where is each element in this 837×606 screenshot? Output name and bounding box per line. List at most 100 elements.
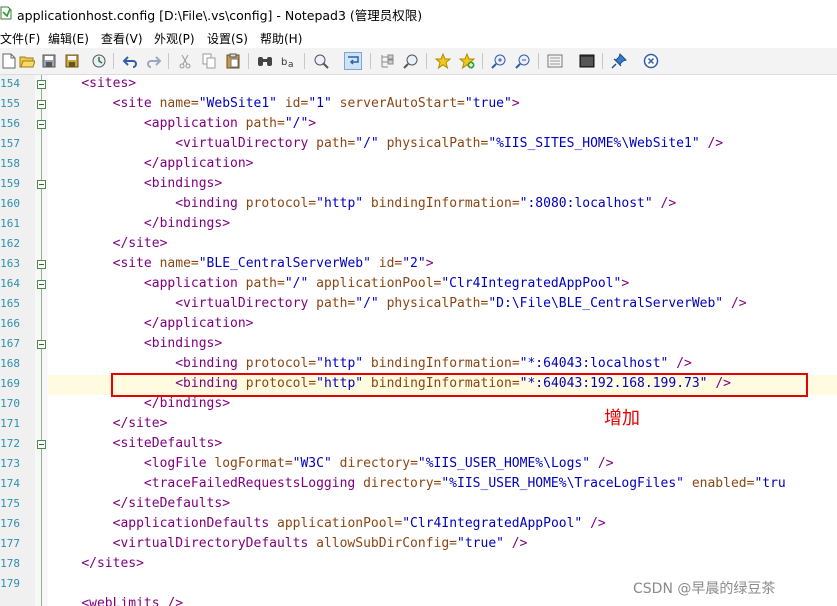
- goto-icon[interactable]: [312, 52, 330, 70]
- xml-string: "tru: [754, 476, 786, 491]
- code-line[interactable]: 155 <site name="WebSite1" id="1" serverA…: [0, 95, 837, 115]
- xml-attribute: path=: [245, 116, 285, 131]
- zoom-icon[interactable]: [402, 52, 420, 70]
- page-setup-icon[interactable]: [546, 52, 564, 70]
- xml-attribute: bindingInformation=: [363, 196, 520, 211]
- line-number: 172: [0, 437, 20, 450]
- fold-toggle-icon[interactable]: [37, 100, 46, 109]
- xml-string: "%IIS_SITES_HOME%\WebSite1": [488, 136, 700, 151]
- find-icon[interactable]: [256, 52, 274, 70]
- fold-toggle-icon[interactable]: [37, 340, 46, 349]
- code-line[interactable]: 165 <virtualDirectory path="/" physicalP…: [0, 295, 837, 315]
- menu-settings[interactable]: 设置(S): [207, 30, 248, 47]
- code-text: <binding protocol="http" bindingInformat…: [50, 356, 692, 371]
- fold-toggle-icon[interactable]: [37, 80, 46, 89]
- xml-tag: >: [511, 96, 520, 111]
- toolbar-separator: [248, 53, 249, 69]
- fold-toggle-icon[interactable]: [37, 180, 46, 189]
- save-as-icon[interactable]: [64, 52, 82, 70]
- line-number: 166: [0, 317, 20, 330]
- xml-tag: />: [503, 536, 528, 551]
- code-line[interactable]: 162 </site>: [0, 235, 837, 255]
- favorite-icon[interactable]: [434, 52, 452, 70]
- code-line[interactable]: 163 <site name="BLE_CentralServerWeb" id…: [0, 255, 837, 275]
- menu-view[interactable]: 查看(V): [101, 30, 143, 47]
- xml-attribute: protocol=: [245, 356, 317, 371]
- code-line[interactable]: 178 </sites>: [0, 555, 837, 575]
- redo-icon[interactable]: [145, 52, 163, 70]
- code-line[interactable]: 158 </application>: [0, 155, 837, 175]
- code-line[interactable]: 173 <logFile logFormat="W3C" directory="…: [0, 455, 837, 475]
- code-line[interactable]: 176 <applicationDefaults applicationPool…: [0, 515, 837, 535]
- fold-toggle-icon[interactable]: [37, 440, 46, 449]
- xml-attribute: directory=: [331, 456, 418, 471]
- xml-tag: <application: [143, 116, 246, 131]
- xml-string: "/": [284, 116, 309, 131]
- xml-tag: </site>: [112, 236, 168, 251]
- code-text: <site name="BLE_CentralServerWeb" id="2"…: [50, 256, 434, 271]
- xml-string: "%IIS_USER_HOME%\TraceLogFiles": [441, 476, 684, 491]
- add-favorite-icon[interactable]: [458, 52, 476, 70]
- cut-icon[interactable]: [176, 52, 194, 70]
- xml-tag: </bindings>: [143, 216, 231, 231]
- code-line[interactable]: 164 <application path="/" applicationPoo…: [0, 275, 837, 295]
- code-line[interactable]: 167 <bindings>: [0, 335, 837, 355]
- annotation-label: 增加: [604, 408, 640, 429]
- menu-edit[interactable]: 编辑(E): [48, 30, 89, 47]
- zoom-out-icon[interactable]: [514, 52, 532, 70]
- code-line[interactable]: 159 <bindings>: [0, 175, 837, 195]
- code-line[interactable]: 160 <binding protocol="http" bindingInfo…: [0, 195, 837, 215]
- pin-icon[interactable]: [610, 52, 628, 70]
- code-line[interactable]: 154 <sites>: [0, 75, 837, 95]
- code-text: </site>: [50, 416, 168, 431]
- new-file-icon[interactable]: [0, 52, 18, 70]
- fold-toggle-icon[interactable]: [37, 280, 46, 289]
- code-line[interactable]: 161 </bindings>: [0, 215, 837, 235]
- xml-string: "/": [355, 296, 379, 311]
- code-text: </application>: [50, 316, 254, 331]
- fold-toggle-icon[interactable]: [37, 260, 46, 269]
- menu-file[interactable]: 文件(F): [0, 30, 40, 47]
- code-line[interactable]: 166 </application>: [0, 315, 837, 335]
- menu-appearance[interactable]: 外观(P): [154, 30, 195, 47]
- xml-string: "Clr4IntegratedAppPool": [441, 276, 622, 291]
- exit-icon[interactable]: [642, 52, 660, 70]
- code-line[interactable]: 177 <virtualDirectoryDefaults allowSubDi…: [0, 535, 837, 555]
- menu-help[interactable]: 帮助(H): [260, 30, 302, 47]
- code-line[interactable]: 168 <binding protocol="http" bindingInfo…: [0, 355, 837, 375]
- xml-attribute: directory=: [363, 476, 442, 491]
- code-line[interactable]: 170 </bindings>: [0, 395, 837, 415]
- view-icon[interactable]: [378, 52, 396, 70]
- xml-attribute: bindingInformation=: [363, 356, 520, 371]
- paste-icon[interactable]: [224, 52, 242, 70]
- code-editor[interactable]: 154 <sites> 155 <site name="WebSite1" id=…: [0, 75, 837, 606]
- xml-tag: <binding: [175, 196, 246, 211]
- code-line[interactable]: 175 </siteDefaults>: [0, 495, 837, 515]
- fold-toggle-icon[interactable]: [37, 120, 46, 129]
- zoom-in-icon[interactable]: [490, 52, 508, 70]
- code-line[interactable]: 174 <traceFailedRequestsLogging director…: [0, 475, 837, 495]
- replace-icon[interactable]: ba: [280, 52, 298, 70]
- code-line[interactable]: 172 <siteDefaults>: [0, 435, 837, 455]
- toolbar-separator: [370, 53, 371, 69]
- copy-icon[interactable]: [200, 52, 218, 70]
- word-wrap-icon[interactable]: [344, 52, 362, 70]
- open-folder-icon[interactable]: [18, 52, 36, 70]
- xml-string: "2": [402, 256, 426, 271]
- browse-icon[interactable]: [90, 52, 108, 70]
- undo-icon[interactable]: [121, 52, 139, 70]
- console-icon[interactable]: [578, 52, 596, 70]
- save-icon[interactable]: [40, 52, 58, 70]
- code-text: </bindings>: [50, 396, 230, 411]
- xml-string: "%IIS_USER_HOME%\Logs": [417, 456, 591, 471]
- code-line[interactable]: 157 <virtualDirectory path="/" physicalP…: [0, 135, 837, 155]
- code-line[interactable]: 156 <application path="/">: [0, 115, 837, 135]
- line-number: 177: [0, 537, 20, 550]
- code-line[interactable]: 171 </site>: [0, 415, 837, 435]
